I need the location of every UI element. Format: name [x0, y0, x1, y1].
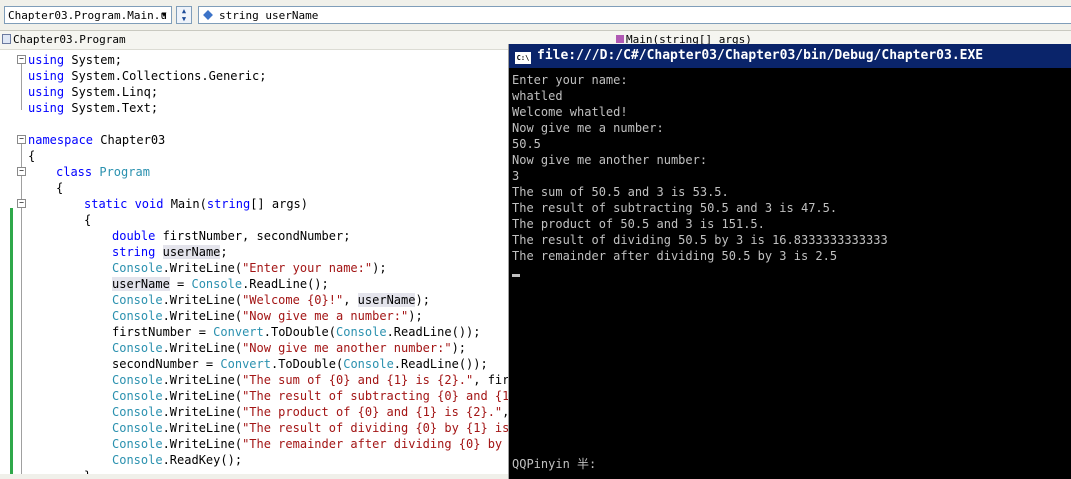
code-line: string userName; — [112, 245, 228, 259]
console-output: Enter your name: whatled Welcome whatled… — [512, 72, 1068, 264]
fold-toggle-icon[interactable]: − — [17, 199, 26, 208]
code-line: Console.WriteLine("The result of dividin… — [112, 421, 508, 435]
code-line: class Program — [56, 165, 150, 179]
type-dropdown[interactable]: Chapter03.Program.Main.u ▼ — [4, 6, 172, 24]
code-line: { — [84, 213, 92, 227]
code-line: firstNumber = Convert.ToDouble(Console.R… — [112, 325, 481, 339]
console-line: The product of 50.5 and 3 is 151.5. — [512, 217, 765, 231]
code-line: using System.Linq; — [28, 85, 159, 99]
console-line: 3 — [512, 169, 520, 183]
code-line: Console.ReadKey(); — [112, 453, 243, 467]
code-line: Console.WriteLine("Welcome {0}!", userNa… — [112, 293, 430, 307]
console-line: 50.5 — [512, 137, 541, 151]
code-line: Console.WriteLine("Enter your name:"); — [112, 261, 387, 275]
code-line: Console.WriteLine("Now give me another n… — [112, 341, 467, 355]
console-line: Welcome whatled! — [512, 105, 628, 119]
console-line: whatled — [512, 89, 563, 103]
fold-guide — [21, 144, 22, 474]
console-window[interactable]: C:\ file:///D:/C#/Chapter03/Chapter03/bin… — [508, 44, 1071, 479]
fold-toggle-icon[interactable]: − — [17, 167, 26, 176]
ime-status: QQPinyin 半: — [512, 457, 597, 471]
console-title-bar[interactable]: C:\ file:///D:/C#/Chapter03/Chapter03/bin… — [509, 44, 1071, 68]
sync-scroll-button[interactable]: ▲ ▼ — [176, 6, 192, 24]
method-icon — [616, 35, 624, 43]
tab-file[interactable]: Chapter03.Program — [0, 31, 126, 48]
field-icon — [203, 10, 213, 20]
code-line: using System; — [28, 53, 122, 67]
console-title: file:///D:/C#/Chapter03/Chapter03/bin/De… — [537, 48, 984, 63]
type-dropdown-value: Chapter03.Program.Main.u — [8, 9, 167, 22]
console-line: The sum of 50.5 and 3 is 53.5. — [512, 185, 729, 199]
changed-lines-marker — [10, 208, 13, 474]
code-line: using System.Text; — [28, 101, 159, 115]
console-line: Enter your name: — [512, 73, 628, 87]
fold-toggle-icon[interactable]: − — [17, 135, 26, 144]
code-line: { — [28, 149, 36, 163]
chevron-down-icon[interactable]: ▼ — [158, 8, 170, 22]
code-line: Console.WriteLine("The product of {0} an… — [112, 405, 508, 419]
fold-guide — [21, 64, 22, 110]
navigation-bar: Chapter03.Program.Main.u ▼ ▲ ▼ string use… — [0, 0, 1071, 31]
member-dropdown-value: string userName — [219, 9, 319, 22]
code-line: Console.WriteLine("The result of subtrac… — [112, 389, 508, 403]
console-line: The result of subtracting 50.5 and 3 is … — [512, 201, 838, 215]
console-line: Now give me another number: — [512, 153, 708, 167]
fold-toggle-icon[interactable]: − — [17, 55, 26, 64]
code-line: userName = Console.ReadLine(); — [112, 277, 329, 291]
console-line: The result of dividing 50.5 by 3 is 16.8… — [512, 233, 888, 247]
console-cursor — [512, 274, 520, 277]
code-line: Console.WriteLine("Now give me a number:… — [112, 309, 423, 323]
console-line: The remainder after dividing 50.5 by 3 i… — [512, 249, 838, 263]
code-editor[interactable]: − − − − using System; using System.Colle… — [0, 50, 508, 479]
file-icon — [2, 34, 11, 44]
member-dropdown[interactable]: string userName — [198, 6, 1071, 24]
code-line: double firstNumber, secondNumber; — [112, 229, 351, 243]
code-line: static void Main(string[] args) — [84, 197, 308, 211]
code-line: Console.WriteLine("The sum of {0} and {1… — [112, 373, 508, 387]
console-line: Now give me a number: — [512, 121, 664, 135]
editor-status-strip — [0, 474, 508, 479]
code-line: { — [56, 181, 64, 195]
code-line: namespace Chapter03 — [28, 133, 166, 147]
code-line: using System.Collections.Generic; — [28, 69, 267, 83]
code-line: Console.WriteLine("The remainder after d… — [112, 437, 508, 451]
code-line: secondNumber = Convert.ToDouble(Console.… — [112, 357, 488, 371]
tab-file-label: Chapter03.Program — [13, 33, 126, 46]
console-icon: C:\ — [515, 52, 531, 64]
